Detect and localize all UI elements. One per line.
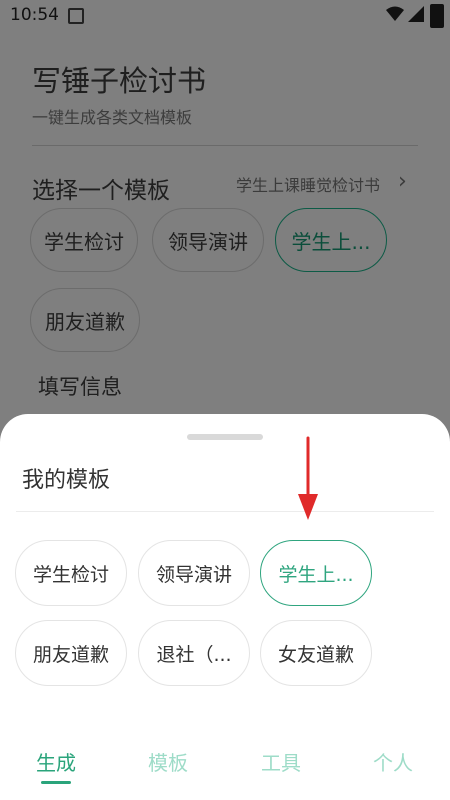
selected-template-link[interactable]: 学生上课睡觉检讨书 bbox=[236, 172, 380, 196]
fill-info-heading: 填写信息 bbox=[38, 375, 122, 399]
tab-templates[interactable]: 模板 bbox=[128, 747, 208, 776]
template-chip[interactable]: 朋友道歉 bbox=[30, 288, 140, 352]
template-chip[interactable]: 领导演讲 bbox=[152, 208, 264, 272]
sim-card-icon bbox=[68, 8, 84, 24]
bottom-tab-bar: 生成 模板 工具 个人 bbox=[0, 729, 450, 800]
sheet-drag-handle[interactable] bbox=[187, 434, 263, 440]
signal-icon bbox=[408, 6, 424, 22]
my-template-chip[interactable]: 领导演讲 bbox=[138, 540, 250, 606]
page-subtitle: 一键生成各类文档模板 bbox=[32, 108, 193, 127]
page-title: 写锤子检讨书 bbox=[32, 64, 207, 98]
sheet-title: 我的模板 bbox=[22, 468, 111, 493]
tab-profile[interactable]: 个人 bbox=[353, 747, 433, 776]
chevron-right-icon[interactable]: › bbox=[398, 169, 407, 194]
select-template-heading: 选择一个模板 bbox=[32, 178, 170, 204]
my-template-chip[interactable]: 朋友道歉 bbox=[15, 620, 127, 686]
divider bbox=[16, 511, 434, 512]
my-template-chip[interactable]: 学生检讨 bbox=[15, 540, 127, 606]
template-chip[interactable]: 学生检讨 bbox=[30, 208, 138, 272]
annotation-arrow-icon bbox=[298, 436, 318, 520]
template-chip-selected[interactable]: 学生上... bbox=[275, 208, 387, 272]
divider bbox=[32, 145, 418, 146]
tab-generate[interactable]: 生成 bbox=[16, 747, 96, 776]
tab-tools[interactable]: 工具 bbox=[241, 747, 321, 776]
status-time: 10:54 bbox=[10, 5, 59, 25]
my-template-chip[interactable]: 女友道歉 bbox=[260, 620, 372, 686]
wifi-icon bbox=[386, 6, 404, 21]
battery-icon bbox=[430, 4, 444, 28]
my-template-chip[interactable]: 退社（... bbox=[138, 620, 250, 686]
status-bar: 10:54 bbox=[0, 0, 450, 30]
my-template-chip-selected[interactable]: 学生上... bbox=[260, 540, 372, 606]
active-tab-indicator bbox=[41, 781, 71, 784]
